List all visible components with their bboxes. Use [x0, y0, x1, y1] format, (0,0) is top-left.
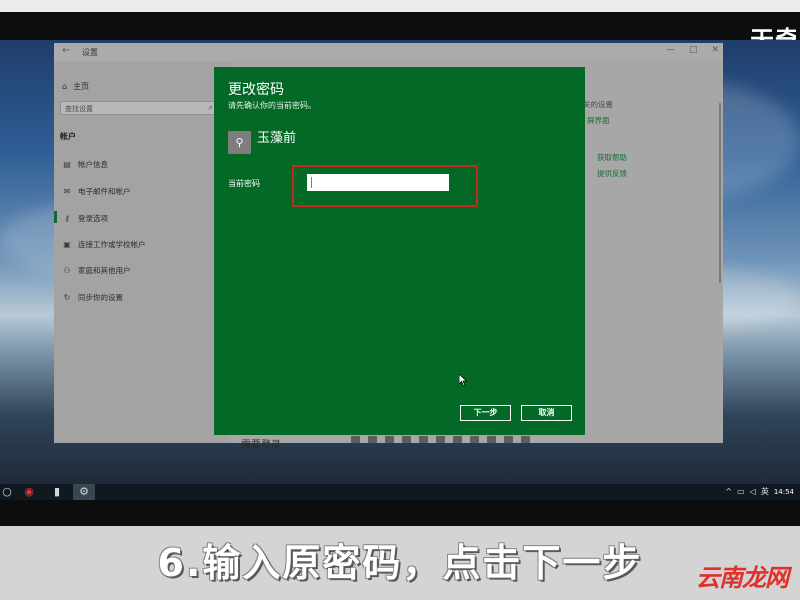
- current-password-label: 当前密码: [228, 179, 260, 188]
- file-icon[interactable]: ▮: [50, 485, 64, 499]
- sync-icon: ↻: [63, 293, 71, 302]
- dialog-subtitle: 请先确认你的当前密码。: [228, 101, 316, 110]
- search-icon[interactable]: ○: [0, 485, 14, 499]
- key-icon: ⚷: [64, 214, 70, 223]
- get-help-link[interactable]: 获取帮助: [597, 152, 627, 163]
- top-frame: [0, 0, 800, 40]
- sign-in-required-text: 需要登录: [241, 440, 281, 451]
- sidebar-item-work-school[interactable]: ▣ 连接工作或学校帐户: [62, 239, 146, 250]
- sidebar-item-label: 连接工作或学校帐户: [78, 240, 146, 249]
- dialog-title: 更改密码: [228, 82, 284, 98]
- system-tray: ^ ▭ ◁ 英 14:54: [725, 486, 794, 497]
- netease-music-icon[interactable]: ◉: [22, 485, 36, 499]
- person-card-icon: ▤: [63, 160, 71, 169]
- lock-screen-link[interactable]: 屏界面: [587, 115, 610, 126]
- sidebar-home-label: 主页: [73, 82, 90, 91]
- sidebar-item-label: 电子邮件和帐户: [78, 187, 131, 196]
- maximize-button[interactable]: □: [689, 45, 698, 55]
- next-button[interactable]: 下一步: [460, 405, 511, 421]
- settings-titlebar: ← 设置 — □ ✕: [54, 43, 723, 61]
- home-icon: ⌂: [62, 82, 68, 91]
- tutorial-caption: 6.输入原密码，点击下一步: [157, 541, 643, 585]
- user-name: 玉藻前: [257, 131, 297, 146]
- app-icons-strip: [351, 436, 530, 443]
- sidebar-section-title: 帐户: [60, 132, 76, 141]
- settings-sidebar: ⌂ 主页 查找设置 ⌕ 帐户 ▤ 帐户信息 ✉ 电子邮件和帐户 ⚷ 登录选项 ▣…: [54, 61, 229, 443]
- sidebar-item-label: 帐户信息: [78, 160, 108, 169]
- settings-title: 设置: [82, 48, 98, 57]
- volume-icon[interactable]: ◁: [750, 487, 756, 496]
- sidebar-item-email[interactable]: ✉ 电子邮件和帐户: [62, 186, 131, 197]
- feedback-link[interactable]: 提供反馈: [597, 168, 627, 179]
- gear-icon[interactable]: ⚙: [77, 485, 91, 499]
- sidebar-item-sign-in-options[interactable]: ⚷ 登录选项: [62, 213, 108, 224]
- cancel-button[interactable]: 取消: [521, 405, 572, 421]
- watermark-bottom-right: 云南龙网: [696, 564, 789, 592]
- related-settings-heading: 关的设置: [583, 100, 613, 109]
- taskbar: ○ ◉ ▮ ⚙ ^ ▭ ◁ 英 14:54: [0, 484, 800, 500]
- window-controls: — □ ✕: [666, 45, 719, 55]
- search-input[interactable]: 查找设置 ⌕: [60, 101, 218, 115]
- mail-icon: ✉: [63, 187, 71, 196]
- back-arrow-icon[interactable]: ←: [62, 45, 70, 56]
- search-icon[interactable]: ⌕: [209, 103, 213, 113]
- search-placeholder: 查找设置: [65, 105, 93, 113]
- sidebar-item-label: 家庭和其他用户: [78, 266, 131, 275]
- change-password-dialog: 更改密码 请先确认你的当前密码。 ⚲ 玉藻前 当前密码 下一步 取消: [214, 67, 585, 435]
- chevron-up-icon[interactable]: ^: [725, 487, 732, 496]
- briefcase-icon: ▣: [63, 240, 71, 249]
- clock[interactable]: 14:54: [774, 488, 794, 496]
- network-icon[interactable]: ▭: [737, 487, 745, 496]
- sidebar-item-account-info[interactable]: ▤ 帐户信息: [62, 159, 108, 170]
- bottom-frame: [0, 500, 800, 526]
- current-password-input[interactable]: [307, 174, 449, 191]
- avatar: ⚲: [228, 131, 251, 154]
- sidebar-item-label: 同步你的设置: [78, 293, 123, 302]
- close-button[interactable]: ✕: [711, 45, 719, 55]
- user-icon: ⚲: [235, 136, 244, 149]
- sidebar-item-sync[interactable]: ↻ 同步你的设置: [62, 292, 123, 303]
- sidebar-home[interactable]: ⌂ 主页: [62, 81, 89, 92]
- sidebar-item-family[interactable]: ⚇ 家庭和其他用户: [62, 265, 131, 276]
- scrollbar[interactable]: [719, 103, 721, 283]
- minimize-button[interactable]: —: [666, 45, 675, 55]
- text-caret: [311, 177, 312, 188]
- ime-indicator[interactable]: 英: [761, 486, 769, 497]
- sidebar-item-label: 登录选项: [78, 214, 108, 223]
- people-icon: ⚇: [63, 266, 71, 275]
- selected-indicator: [54, 211, 57, 223]
